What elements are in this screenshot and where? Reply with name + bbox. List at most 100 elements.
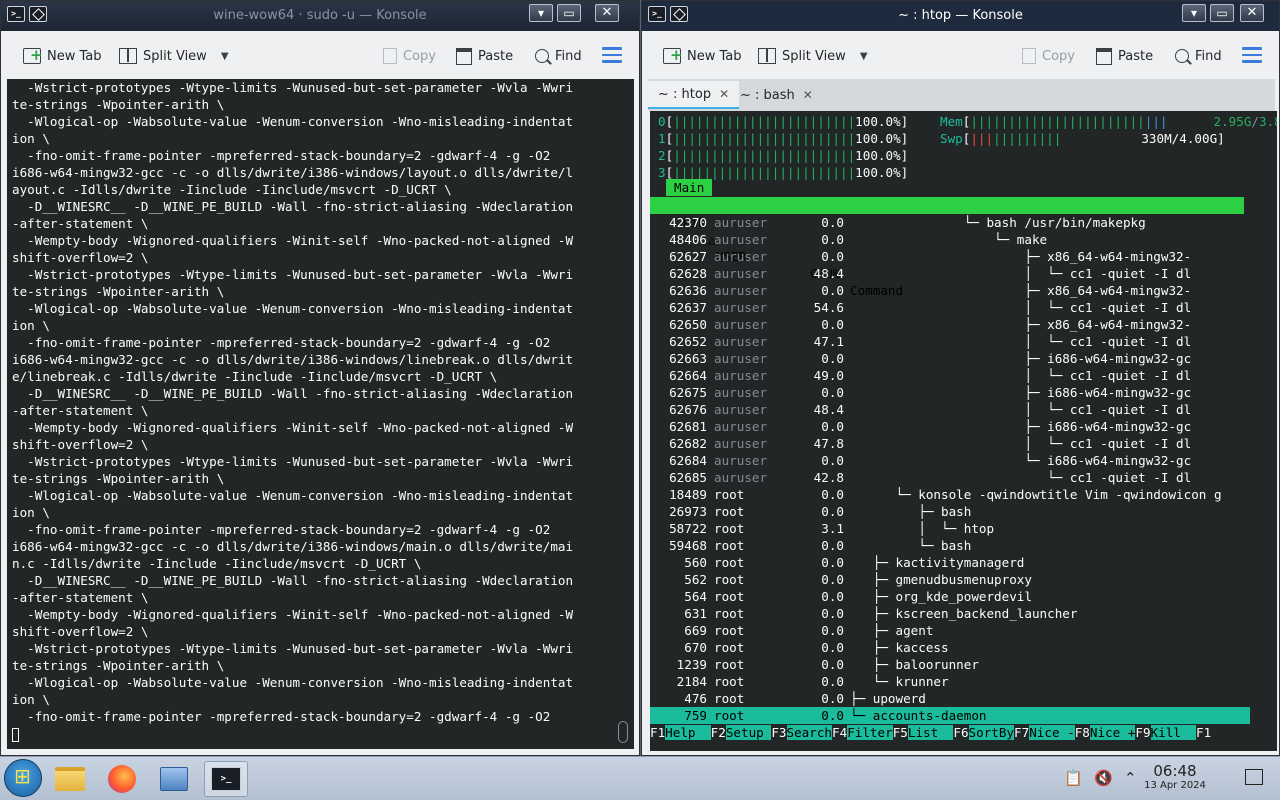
fkey-label[interactable]: Search [786,725,833,740]
process-row[interactable]: 42370 auruser 0.0 └─ bash /usr/bin/makepkg [650,214,1250,231]
fkey-label[interactable]: Nice - [1029,725,1075,740]
htop-main-tab[interactable]: Main [666,179,712,196]
fkey-label[interactable]: Setup [725,725,772,740]
close-tab-icon[interactable]: ✕ [803,88,813,102]
fkey-f9[interactable]: F9 [1135,725,1151,740]
terminal-line: -after-statement \ [12,403,149,418]
process-row[interactable]: 58722 root 3.1 │ └─ htop [650,520,1250,537]
process-row[interactable]: 62675 auruser 0.0 ├─ i686-w64-mingw32-gc [650,384,1250,401]
process-row[interactable]: 62685 auruser 42.8 └─ cc1 -quiet -I dl [650,469,1250,486]
terminal-output[interactable]: -Wstrict-prototypes -Wtype-limits -Wunus… [7,79,634,749]
scrollbar-thumb[interactable] [618,721,628,743]
minimize-button[interactable]: ▾ [1182,4,1206,22]
minimize-button[interactable]: ▾ [529,4,553,22]
process-row[interactable]: 62650 auruser 0.0 ├─ x86_64-w64-mingw32- [650,316,1250,333]
close-tab-icon[interactable]: ✕ [719,87,729,101]
process-row[interactable]: 62684 auruser 0.0 └─ i686-w64-mingw32-gc [650,452,1250,469]
process-row[interactable]: 48406 auruser 0.0 └─ make [650,231,1250,248]
fkey-f1[interactable]: F1 [650,725,666,740]
process-row[interactable]: 669 root 0.0 ├─ agent [650,622,1250,639]
htop-view[interactable]: 0[||||||||||||||||||||||||100.0%] 1[|||||… [650,111,1277,751]
volume-muted-icon[interactable]: 🔇 [1094,769,1113,787]
fkey-f2[interactable]: F2 [710,725,726,740]
process-row[interactable]: 62636 auruser 0.0 ├─ x86_64-w64-mingw32- [650,282,1250,299]
pid-cell: 42370 [669,215,707,230]
process-row[interactable]: 759 root 0.0 └─ accounts-daemon [650,707,1250,724]
fkey-label[interactable]: Nice + [1089,725,1136,740]
start-menu-button[interactable] [4,759,42,797]
find-button[interactable]: Find [535,45,582,67]
process-row[interactable]: 62676 auruser 48.4 │ └─ cc1 -quiet -I dl [650,401,1250,418]
fkey-label[interactable]: SortBy [968,725,1015,740]
process-row[interactable]: 62664 auruser 49.0 │ └─ cc1 -quiet -I dl [650,367,1250,384]
chevron-up-icon[interactable]: ⌃ [1124,769,1137,787]
copy-button[interactable]: Copy [383,45,436,67]
split-view-button[interactable]: Split View ▼ [119,45,229,67]
process-table-header[interactable]: PID △ USER CPU% Command [650,197,1244,298]
process-row[interactable]: 560 root 0.0 ├─ kactivitymanagerd [650,554,1250,571]
process-row[interactable]: 62652 auruser 47.1 │ └─ cc1 -quiet -I dl [650,333,1250,350]
tab-bash[interactable]: ~ : bash ✕ [730,81,823,109]
hamburger-menu-icon[interactable] [602,47,622,63]
find-button[interactable]: Find [1175,45,1222,67]
fkey-f7[interactable]: F7 [1014,725,1030,740]
command-cell: │ └─ cc1 -quiet -I dl [850,334,1192,349]
new-tab-button[interactable]: New Tab [23,45,102,67]
process-row[interactable]: 62628 auruser 48.4 │ └─ cc1 -quiet -I dl [650,265,1250,282]
fkey-label[interactable]: Help [665,725,711,740]
fkey-f6[interactable]: F6 [953,725,969,740]
process-row[interactable]: 62627 auruser 0.0 ├─ x86_64-w64-mingw32- [650,248,1250,265]
clipboard-icon[interactable]: 📋 [1064,769,1083,787]
process-row[interactable]: 62681 auruser 0.0 ├─ i686-w64-mingw32-gc [650,418,1250,435]
paste-button[interactable]: Paste [456,45,513,67]
command-cell: ├─ kscreen_backend_launcher [850,606,1078,621]
fkey-f4[interactable]: F4 [832,725,848,740]
process-row[interactable]: 631 root 0.0 ├─ kscreen_backend_launcher [650,605,1250,622]
close-button[interactable]: ✕ [595,4,619,22]
show-desktop-icon[interactable] [1245,769,1263,785]
process-row[interactable]: 564 root 0.0 ├─ org_kde_powerdevil [650,588,1250,605]
copy-icon [1022,48,1036,64]
process-row[interactable]: 62637 auruser 54.6 │ └─ cc1 -quiet -I dl [650,299,1250,316]
fkey-f5[interactable]: F5 [892,725,908,740]
process-row[interactable]: 62682 auruser 47.8 │ └─ cc1 -quiet -I dl [650,435,1250,452]
new-tab-button[interactable]: New Tab [663,45,742,67]
process-row[interactable]: 476 root 0.0 ├─ upowerd [650,690,1250,707]
cpu-meter-1: 1[||||||||||||||||||||||||100.0%] [658,131,909,146]
clock[interactable]: 06:48 13 Apr 2024 [1140,762,1210,791]
firefox-icon [108,765,136,793]
process-row[interactable]: 562 root 0.0 ├─ gmenudbusmenuproxy [650,571,1250,588]
fkey-label[interactable]: Kill [1150,725,1197,740]
close-button[interactable]: ✕ [1240,4,1264,22]
fkey-f1[interactable]: F1 [1196,725,1212,740]
process-row[interactable]: 26973 root 0.0 ├─ bash [650,503,1250,520]
terminal-line: -Wstrict-prototypes -Wtype-limits -Wunus… [12,641,574,656]
file-manager-launcher[interactable] [48,761,92,797]
maximize-button[interactable]: ▭ [1210,4,1234,22]
firefox-launcher[interactable] [100,761,144,797]
terminal-line: i686-w64-mingw32-gcc -c -o dlls/dwrite/i… [12,352,574,367]
tab-htop[interactable]: ~ : htop ✕ [648,81,740,109]
system-monitor-icon [160,767,188,791]
fkey-f8[interactable]: F8 [1074,725,1090,740]
process-row[interactable]: 62663 auruser 0.0 ├─ i686-w64-mingw32-gc [650,350,1250,367]
process-row[interactable]: 59468 root 0.0 └─ bash [650,537,1250,554]
copy-button[interactable]: Copy [1022,45,1075,67]
paste-button[interactable]: Paste [1096,45,1153,67]
fkey-label[interactable]: Filter [847,725,893,740]
split-view-button[interactable]: Split View ▼ [758,45,868,67]
process-row[interactable]: 2184 root 0.0 └─ krunner [650,673,1250,690]
process-row[interactable]: 670 root 0.0 ├─ kaccess [650,639,1250,656]
hamburger-menu-icon[interactable] [1242,47,1262,63]
fkey-f3[interactable]: F3 [771,725,787,740]
terminal-line: ion \ [12,131,50,146]
system-monitor-launcher[interactable] [152,761,196,797]
process-row[interactable]: 18489 root 0.0 └─ konsole -qwindowtitle Vi… [650,486,1250,503]
process-row[interactable]: 1239 root 0.0 ├─ baloorunner [650,656,1250,673]
titlebar[interactable]: >_ ~ : htop — Konsole ▾ ▭ ✕ [642,1,1279,31]
fkey-label[interactable]: List [907,725,954,740]
titlebar[interactable]: >_ wine-wow64 · sudo -u — Konsole ▾ ▭ ✕ [1,1,639,31]
terminal-line: -Wlogical-op -Wabsolute-value -Wenum-con… [12,114,574,129]
maximize-button[interactable]: ▭ [557,4,581,22]
konsole-taskbar-button[interactable]: >_ [204,761,248,797]
